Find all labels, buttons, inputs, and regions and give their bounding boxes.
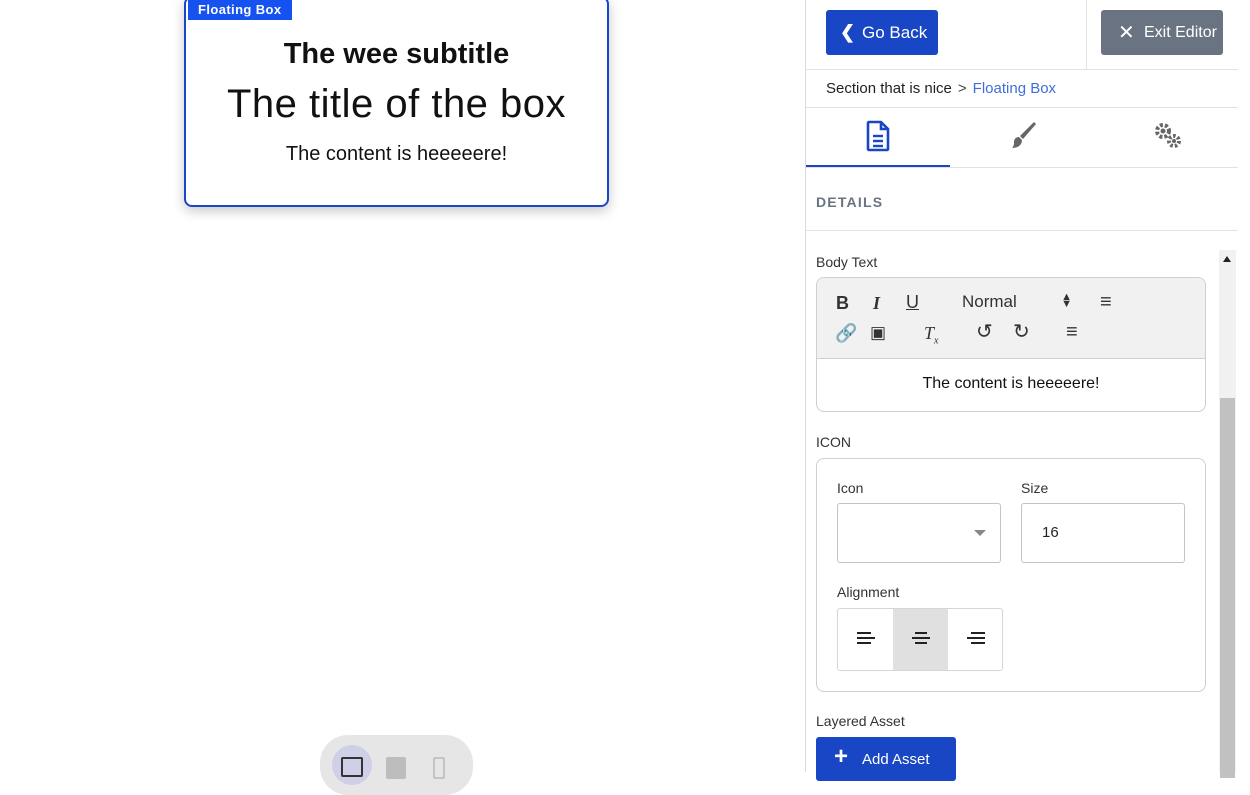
align-center-button[interactable] <box>893 609 948 670</box>
device-preview-toggle <box>320 735 473 795</box>
exit-editor-button[interactable]: ✕ Exit Editor <box>1101 10 1223 55</box>
go-back-button[interactable]: ❮ Go Back <box>826 10 938 55</box>
add-asset-label: Add Asset <box>862 750 930 768</box>
chevron-down-icon <box>974 530 986 536</box>
details-section-title: DETAILS <box>816 194 884 210</box>
scrollbar-thumb[interactable] <box>1220 398 1235 778</box>
scroll-up-arrow-icon[interactable] <box>1223 256 1231 262</box>
format-select[interactable]: Normal ▲ ▼ <box>962 292 1072 312</box>
desktop-preview-button[interactable] <box>332 745 372 785</box>
bullet-list-icon[interactable]: ≡ <box>1100 292 1112 312</box>
icon-field-label: Icon <box>837 480 864 496</box>
select-arrows-icon: ▲ ▼ <box>1061 291 1072 310</box>
exit-editor-label: Exit Editor <box>1144 23 1217 41</box>
icon-section-label: ICON <box>816 434 851 450</box>
editor-tabs <box>806 107 1238 168</box>
desktop-icon <box>341 757 363 777</box>
align-icon[interactable]: ≡ <box>1066 322 1078 342</box>
tab-settings[interactable] <box>1094 108 1238 167</box>
brush-icon <box>1012 122 1036 148</box>
go-back-label: Go Back <box>862 22 928 42</box>
alignment-button-group <box>837 608 1003 671</box>
align-right-button[interactable] <box>948 609 1003 670</box>
icon-settings-card: Icon Size 16 Alignment <box>816 458 1206 692</box>
rich-text-editor: B I U Normal ▲ ▼ ≡ 🔗 ▣ Tx ↺ ↻ ≡ The conte… <box>816 277 1206 412</box>
icon-select[interactable] <box>837 503 1001 563</box>
tab-details[interactable] <box>806 108 950 167</box>
document-icon <box>866 120 890 152</box>
breadcrumb: Section that is nice > Floating Box <box>826 80 1056 97</box>
box-content[interactable]: The content is heeeeere! <box>186 143 607 166</box>
underline-icon[interactable]: U <box>906 292 919 312</box>
mobile-preview-button[interactable] <box>420 745 460 785</box>
gears-icon <box>1155 123 1181 148</box>
align-left-button[interactable] <box>838 609 893 670</box>
italic-icon[interactable]: I <box>873 293 880 313</box>
align-center-icon <box>912 632 930 647</box>
body-text-label: Body Text <box>816 254 878 270</box>
tab-style[interactable] <box>950 108 1094 167</box>
layered-asset-label: Layered Asset <box>816 713 905 729</box>
breadcrumb-current[interactable]: Floating Box <box>973 80 1056 97</box>
rte-content[interactable]: The content is heeeeere! <box>817 375 1205 393</box>
plus-icon: + <box>834 743 849 770</box>
rte-toolbar: B I U Normal ▲ ▼ ≡ 🔗 ▣ Tx ↺ ↻ ≡ <box>817 278 1205 359</box>
close-icon: ✕ <box>1118 22 1135 44</box>
image-icon[interactable]: ▣ <box>870 323 886 343</box>
link-icon[interactable]: 🔗 <box>835 323 857 343</box>
section-divider <box>806 230 1238 231</box>
format-select-value: Normal <box>962 292 1017 311</box>
floating-box[interactable]: Floating Box The wee subtitle The title … <box>184 0 609 207</box>
panel-header: ❮ Go Back ✕ Exit Editor <box>806 0 1238 70</box>
align-left-icon <box>857 632 875 647</box>
size-field-label: Size <box>1021 480 1049 496</box>
mobile-icon <box>433 757 445 779</box>
editor-canvas: Floating Box The wee subtitle The title … <box>0 0 806 795</box>
breadcrumb-separator: > <box>957 80 967 97</box>
tablet-icon <box>386 757 406 779</box>
alignment-label: Alignment <box>837 584 900 600</box>
panel-scrollbar[interactable] <box>1219 250 1236 778</box>
clear-format-icon[interactable]: Tx <box>924 323 938 352</box>
floating-box-tag: Floating Box <box>188 0 292 20</box>
add-asset-button[interactable]: + Add Asset <box>816 737 956 781</box>
editor-panel: ❮ Go Back ✕ Exit Editor Section that is … <box>805 0 1250 781</box>
size-input[interactable]: 16 <box>1021 503 1185 563</box>
box-title[interactable]: The title of the box <box>186 82 607 127</box>
breadcrumb-parent[interactable]: Section that is nice <box>826 80 952 97</box>
align-right-icon <box>967 632 985 647</box>
tablet-preview-button[interactable] <box>376 745 416 785</box>
bold-icon[interactable]: B <box>836 293 849 313</box>
chevron-left-icon: ❮ <box>840 22 856 42</box>
box-subtitle[interactable]: The wee subtitle <box>186 38 607 71</box>
redo-icon[interactable]: ↻ <box>1013 322 1030 342</box>
undo-icon[interactable]: ↺ <box>976 322 993 342</box>
header-divider <box>1086 0 1087 70</box>
